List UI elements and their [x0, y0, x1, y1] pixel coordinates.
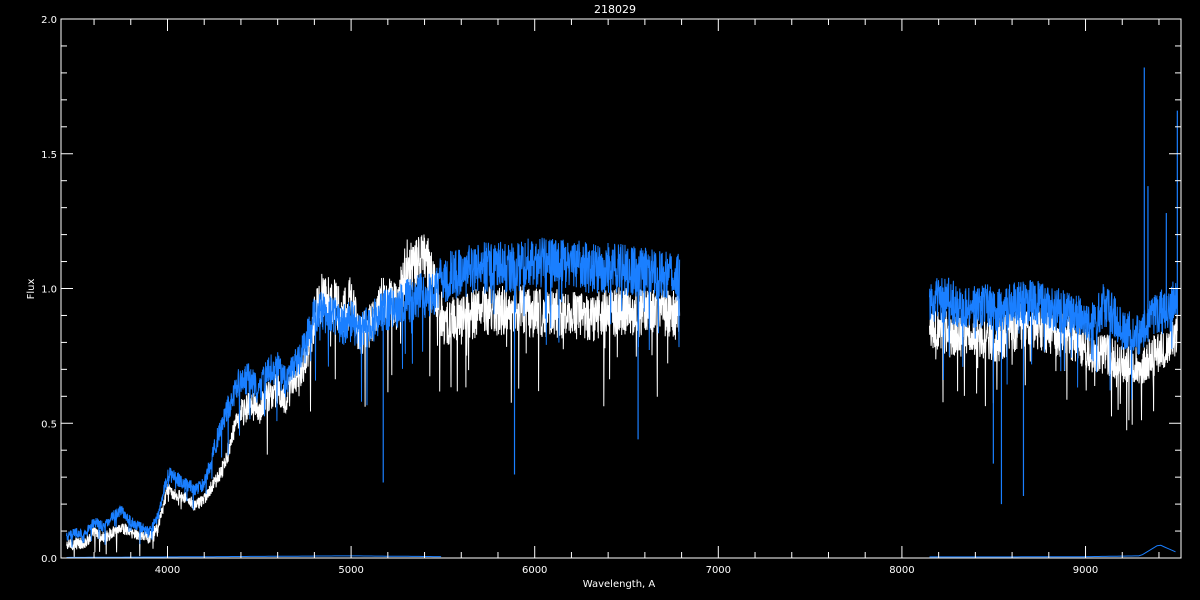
x-axis-label: Wavelength, A — [583, 579, 656, 590]
x-tick-label: 6000 — [522, 565, 547, 576]
chart-title: 218029 — [594, 3, 636, 16]
x-tick-label: 4000 — [155, 565, 180, 576]
x-tick-label: 8000 — [889, 565, 914, 576]
y-tick-label: 0.5 — [41, 419, 57, 430]
plot-layer — [66, 67, 1178, 559]
x-tick-label: 7000 — [706, 565, 731, 576]
chart-root: 4000 5000 6000 7000 8000 9000 0.0 0.5 1.0 1.5 2.0 … — [0, 0, 1200, 600]
y-axis-label: Flux — [26, 279, 37, 300]
label-layer: 218029 Wavelength, A Flux — [26, 3, 655, 590]
spectrum-chart: 4000 5000 6000 7000 8000 90000.00.51.01.52.0 … — [26, 3, 1182, 590]
y-tick-label: 1.5 — [41, 150, 57, 161]
y-tick-label: 0.0 — [41, 554, 57, 565]
x-tick-label: 5000 — [338, 565, 363, 576]
series-3-segment-1 — [66, 555, 442, 558]
x-tick-label: 9000 — [1073, 565, 1098, 576]
series-2-segment-1 — [66, 237, 681, 548]
y-tick-label: 1.0 — [41, 285, 57, 296]
series-3-segment-2 — [929, 544, 1176, 558]
y-tick-label: 2.0 — [41, 15, 57, 26]
